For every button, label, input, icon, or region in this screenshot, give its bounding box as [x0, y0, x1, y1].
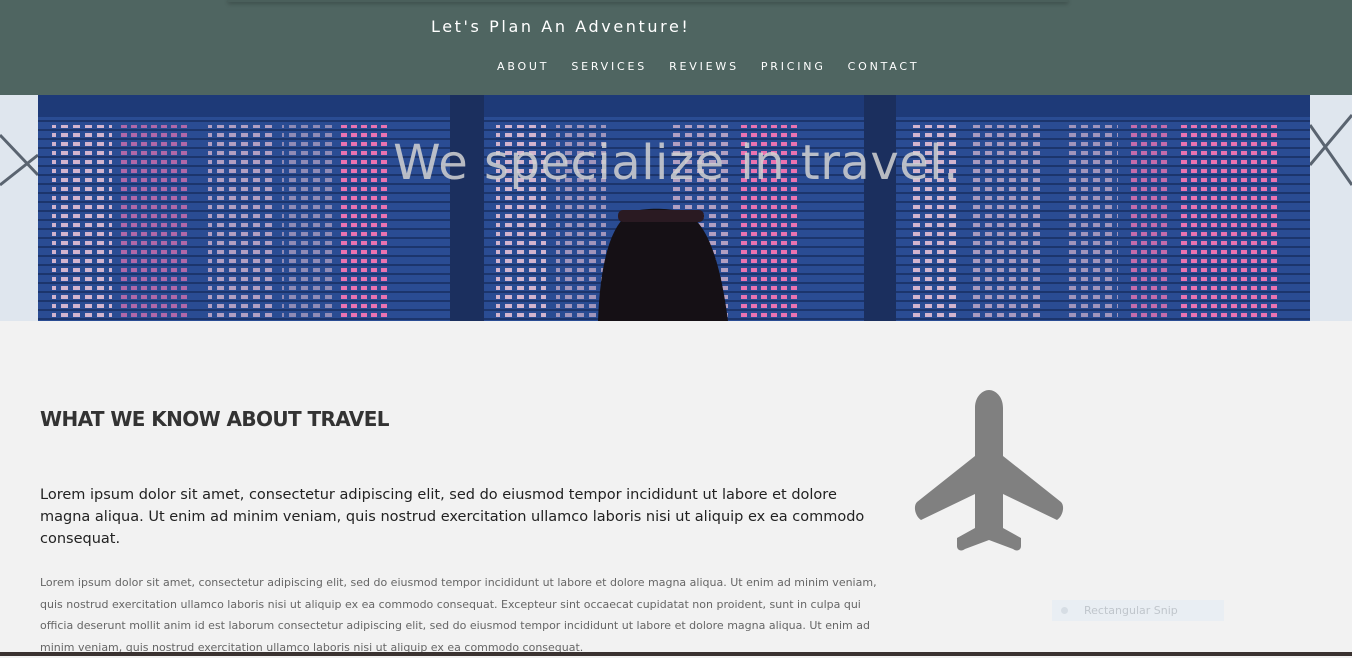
next-section-edge	[0, 652, 1352, 656]
main-nav: ABOUT SERVICES REVIEWS PRICING CONTACT	[497, 60, 941, 73]
departure-board-image	[0, 95, 1352, 321]
hero-headline: We specialize in travel.	[393, 135, 959, 191]
snip-tooltip[interactable]: Rectangular Snip	[1052, 600, 1224, 621]
nav-pricing[interactable]: PRICING	[761, 60, 826, 73]
site-header: Let's Plan An Adventure! ABOUT SERVICES …	[0, 0, 1352, 95]
nav-about[interactable]: ABOUT	[497, 60, 549, 73]
hero-banner: We specialize in travel.	[0, 95, 1352, 321]
airplane-icon	[914, 390, 1064, 551]
nav-contact[interactable]: CONTACT	[848, 60, 920, 73]
site-title[interactable]: Let's Plan An Adventure!	[431, 17, 690, 36]
snip-label: Rectangular Snip	[1084, 604, 1178, 617]
section-title: WHAT WE KNOW ABOUT TRAVEL	[40, 407, 390, 431]
lead-paragraph: Lorem ipsum dolor sit amet, consectetur …	[40, 487, 865, 547]
nav-reviews[interactable]: REVIEWS	[669, 60, 739, 73]
nav-services[interactable]: SERVICES	[571, 60, 647, 73]
header-top-bar	[228, 0, 1068, 2]
body-paragraph: Lorem ipsum dolor sit amet, consectetur …	[40, 576, 877, 654]
snip-icon	[1061, 607, 1068, 614]
